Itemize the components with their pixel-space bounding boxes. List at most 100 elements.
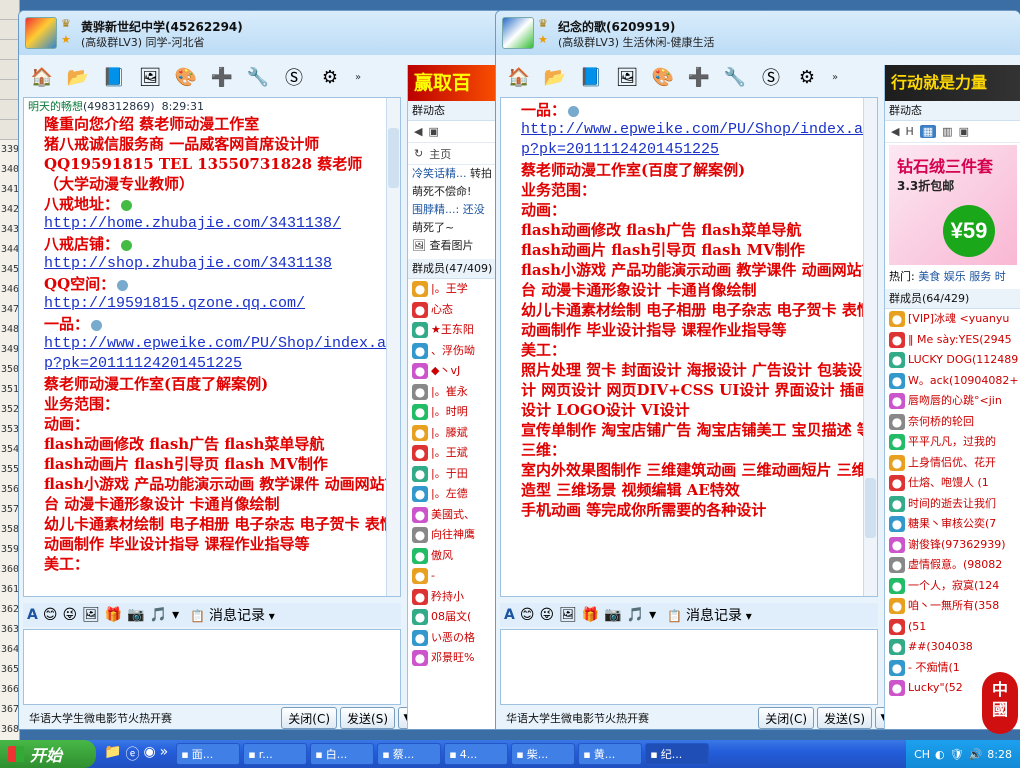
screenshot-icon[interactable]: 📷	[604, 607, 621, 623]
feed-item[interactable]: 围脖精...: 还没	[408, 201, 502, 219]
member-item[interactable]: ● |。崔永	[408, 382, 502, 403]
task-button[interactable]: ▪ r...	[243, 743, 308, 765]
shield-icon[interactable]: 🛡	[950, 748, 964, 761]
member-item[interactable]: ● -	[408, 566, 502, 587]
member-item[interactable]: ● |。王斌	[408, 443, 502, 464]
gift-icon[interactable]: 🎁	[105, 607, 122, 623]
image-tab-icon[interactable]: ▣	[959, 125, 969, 138]
member-item[interactable]: ● |。时明	[408, 402, 502, 423]
image-icon[interactable]: 🖼	[559, 607, 577, 623]
task-button[interactable]: ▪ 柴...	[511, 743, 576, 765]
more-chevron-icon[interactable]: »	[349, 62, 367, 92]
prev-icon[interactable]: ◀	[414, 125, 422, 138]
qq-group-chat-window-2[interactable]: ♛ ★ 纪念的歌(6209919) (高级群LV3) 生活休闲-健康生活 🏠 📂…	[495, 10, 1020, 730]
zhubajie-home-link[interactable]: http://home.zhubajie.com/3431138/	[44, 214, 400, 234]
view-pictures-link[interactable]: 🖼 查看图片	[408, 237, 502, 255]
hot-link[interactable]: 娱乐	[944, 270, 966, 283]
member-list[interactable]: ● [VIP]冰魂 <yuanyu ● ‖ Me sày:YES(2945 ● LUCKY…	[885, 309, 1020, 699]
window-titlebar[interactable]: ♛ ★ 纪念的歌(6209919) (高级群LV3) 生活休闲-健康生活	[496, 11, 1020, 55]
message-record-button[interactable]: 📋 消息记录 ▾	[190, 605, 275, 625]
notes-icon[interactable]: 📘	[574, 62, 608, 92]
browser-icon[interactable]: ⓔ	[125, 744, 139, 764]
s-icon[interactable]: Ⓢ	[277, 62, 311, 92]
close-button[interactable]: 关闭(C)	[758, 707, 815, 729]
sticker-icon[interactable]: 😜	[62, 607, 77, 623]
tools-icon[interactable]: 🔧	[241, 62, 275, 92]
emoji-icon[interactable]: 😊	[520, 607, 535, 623]
member-item[interactable]: ● 08届文(	[408, 607, 502, 628]
epweike-link[interactable]: http://www.epweike.com/PU/Shop/index.asp…	[44, 334, 400, 374]
volume-icon[interactable]: 🔊	[969, 748, 983, 761]
member-item[interactable]: ● 仕熔、咆馒人 (1	[885, 473, 1020, 494]
zhubajie-shop-link[interactable]: http://shop.zhubajie.com/3431138	[44, 254, 400, 274]
tools-icon[interactable]: 🔧	[718, 62, 752, 92]
member-item[interactable]: ● 邓景旺%	[408, 648, 502, 669]
member-item[interactable]: ● 一个人，寂寞(124	[885, 576, 1020, 597]
message-area[interactable]: 明天的畅想(498312869) 8:29:31 隆重向您介绍 蔡老师动漫工作室…	[23, 97, 401, 597]
settings-icon[interactable]: ⚙	[790, 62, 824, 92]
ad-banner[interactable]: 赢取百	[408, 65, 502, 101]
hot-link[interactable]: 美食	[918, 270, 940, 283]
member-item[interactable]: ● 谢俊锋(97362939)	[885, 535, 1020, 556]
screenshot-icon[interactable]: 📷	[127, 607, 144, 623]
member-item[interactable]: ● 平平凡凡，过我的	[885, 432, 1020, 453]
member-item[interactable]: ● 唇吻唇的心跳°<jin	[885, 391, 1020, 412]
member-item[interactable]: ● (51	[885, 617, 1020, 638]
member-item[interactable]: ● 奈何桥的轮回	[885, 412, 1020, 433]
member-item[interactable]: ● い恶の格	[408, 628, 502, 649]
qq-group-chat-window-1[interactable]: ♛ ★ 黄骅新世纪中学(45262294) (高级群LV3) 同学-河北省 🏠 …	[18, 10, 503, 730]
member-item[interactable]: ● [VIP]冰魂 <yuanyu	[885, 309, 1020, 330]
font-icon[interactable]: A	[27, 607, 38, 623]
member-item[interactable]: ● 、浮伤呦	[408, 341, 502, 362]
message-scrollbar[interactable]	[386, 98, 400, 596]
image-icon[interactable]: 🖼	[82, 607, 100, 623]
hot-link[interactable]: 服务	[969, 270, 991, 283]
tray-icon[interactable]: ◐	[935, 748, 945, 761]
notes-icon[interactable]: 📘	[97, 62, 131, 92]
list-tab-icon[interactable]: ▥	[942, 125, 952, 138]
add-icon[interactable]: ➕	[682, 62, 716, 92]
home-icon[interactable]: 🏠	[502, 62, 536, 92]
member-item[interactable]: ● 上身情侣优、花开	[885, 453, 1020, 474]
grid-tab-icon[interactable]: ▦	[919, 125, 937, 138]
font-icon[interactable]: A	[504, 607, 515, 623]
add-icon[interactable]: ➕	[205, 62, 239, 92]
member-item[interactable]: ● 傲风	[408, 546, 502, 567]
photo-icon[interactable]: 🖼	[610, 62, 644, 92]
member-item[interactable]: ● 向往神鹰	[408, 525, 502, 546]
settings-icon[interactable]: ⚙	[313, 62, 347, 92]
group-avatar[interactable]	[502, 17, 534, 49]
member-item[interactable]: ● |。左德	[408, 484, 502, 505]
album-icon[interactable]: 🎨	[169, 62, 203, 92]
member-item[interactable]: ● |。于田	[408, 464, 502, 485]
hot-link[interactable]: 时	[995, 270, 1006, 283]
ime-indicator[interactable]: CH	[914, 748, 930, 761]
epweike-link[interactable]: http://www.epweike.com/PU/Shop/index.asp…	[521, 120, 877, 160]
member-item[interactable]: ● 矜持小	[408, 587, 502, 608]
task-button[interactable]: ▪ 纪...	[645, 743, 710, 765]
image-tab-icon[interactable]: ▣	[428, 125, 438, 138]
task-button[interactable]: ▪ 白...	[310, 743, 375, 765]
ad-banner[interactable]: 行动就是力量	[885, 65, 1020, 101]
member-item[interactable]: ● 美國式、	[408, 505, 502, 526]
member-item[interactable]: ● |。滕斌	[408, 423, 502, 444]
member-item[interactable]: ● W。ack(10904082+	[885, 371, 1020, 392]
prev-icon[interactable]: ◀	[891, 125, 899, 138]
member-list[interactable]: ● |。王学 ● 心态 ● ★王东阳 ● 、浮伤呦 ● ◆丶vJ ● |。崔永 ● |。时明 ● |。滕斌 ● |…	[408, 279, 502, 669]
music-icon[interactable]: 🎵	[150, 607, 167, 623]
folder-icon[interactable]: 📁	[104, 744, 121, 764]
more-chevron-icon[interactable]: »	[826, 62, 844, 92]
task-button[interactable]: ▪ 蔡...	[377, 743, 442, 765]
more-icon[interactable]: »	[160, 744, 169, 764]
s-icon[interactable]: Ⓢ	[754, 62, 788, 92]
more-icon[interactable]: ▾	[649, 607, 656, 623]
member-item[interactable]: ● 咱丶一無所有(358	[885, 596, 1020, 617]
message-scrollbar[interactable]	[863, 98, 877, 596]
member-item[interactable]: ● ‖ Me sày:YES(2945	[885, 330, 1020, 351]
music-icon[interactable]: 🎵	[627, 607, 644, 623]
photo-icon[interactable]: 🖼	[133, 62, 167, 92]
feed-item[interactable]: 冷笑话精... 转拍	[408, 165, 502, 183]
home-link[interactable]: 主页	[429, 146, 451, 162]
sticker-icon[interactable]: 😜	[539, 607, 554, 623]
member-item[interactable]: ● 时间的逝去让我们	[885, 494, 1020, 515]
